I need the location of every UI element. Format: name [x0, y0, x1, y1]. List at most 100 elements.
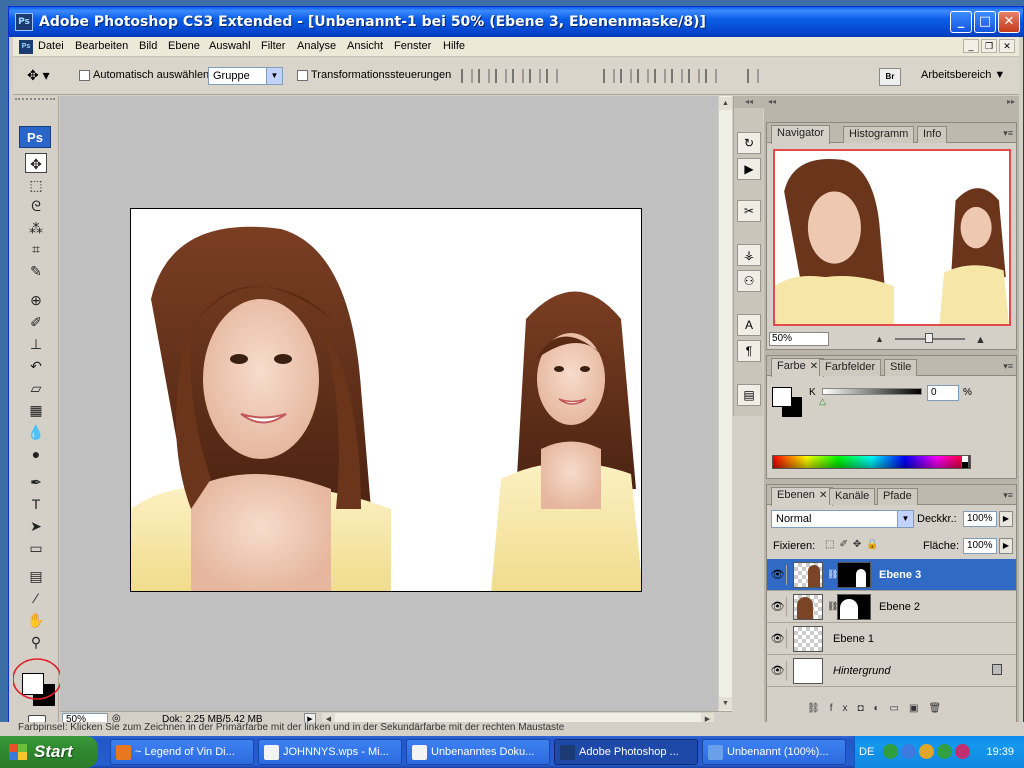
notes-tool-icon[interactable]: ▤: [25, 566, 47, 586]
tray-security-icon[interactable]: [937, 744, 952, 759]
eye-icon[interactable]: 👁: [769, 661, 787, 681]
paragraph-panel-icon[interactable]: ¶: [737, 340, 761, 362]
clone-stamp-tool-icon[interactable]: ⊥: [25, 334, 47, 354]
black-slider[interactable]: [822, 388, 922, 395]
tab-paths[interactable]: Pfade: [877, 488, 918, 505]
start-button[interactable]: Start: [0, 736, 98, 768]
blend-mode-dropdown[interactable]: Normal ▼: [771, 510, 914, 528]
close-tab-icon[interactable]: ✕: [810, 361, 818, 372]
doc-minimize-button[interactable]: _: [963, 39, 979, 53]
lasso-tool-icon[interactable]: ᘓ: [25, 196, 47, 216]
fill-field[interactable]: 100%: [963, 538, 997, 554]
tab-color[interactable]: Farbe ✕: [771, 358, 825, 377]
workspace-menu[interactable]: Arbeitsbereich ▼: [921, 69, 1005, 81]
panel-menu-icon[interactable]: ▾≡: [1003, 361, 1013, 372]
crop-tool-icon[interactable]: ⌗: [25, 239, 47, 259]
history-brush-tool-icon[interactable]: ↶: [25, 356, 47, 376]
auto-select-dropdown[interactable]: Gruppe ▼: [208, 67, 283, 85]
scroll-up-arrow[interactable]: ▲: [719, 97, 732, 110]
layer-row-ebene-2[interactable]: 👁 ⛓ Ebene 2: [767, 591, 1016, 623]
shape-tool-icon[interactable]: ▭: [25, 538, 47, 558]
transform-controls-checkbox[interactable]: [297, 70, 308, 81]
tab-channels[interactable]: Kanäle: [829, 488, 876, 505]
dodge-tool-icon[interactable]: ●: [25, 444, 47, 464]
navigator-zoom-field[interactable]: 50%: [769, 332, 829, 346]
slider-knob[interactable]: [925, 333, 933, 343]
taskbar-item-works[interactable]: JOHNNYS.wps - Mi...: [258, 739, 402, 765]
eye-icon[interactable]: 👁: [769, 565, 787, 585]
zoom-in-icon[interactable]: ▲: [975, 334, 986, 346]
path-selection-tool-icon[interactable]: ➤: [25, 516, 47, 536]
zoom-out-icon[interactable]: ▲: [875, 334, 884, 344]
tab-swatches[interactable]: Farbfelder: [819, 359, 882, 376]
maximize-button[interactable]: □: [974, 11, 996, 33]
tray-messenger-icon[interactable]: [919, 744, 934, 759]
layer-comps-icon[interactable]: ▤: [737, 384, 761, 406]
language-indicator[interactable]: DE: [859, 746, 874, 758]
move-tool-preset-icon[interactable]: ✥ ▾: [27, 67, 61, 87]
photoshop-app-icon[interactable]: Ps: [15, 13, 33, 31]
minimize-button[interactable]: _: [950, 11, 972, 33]
menu-datei[interactable]: Datei: [38, 40, 64, 52]
title-bar[interactable]: Ps Adobe Photoshop CS3 Extended - [Unben…: [9, 7, 1023, 37]
eyedropper-tool-icon[interactable]: ⁄: [25, 588, 47, 608]
photoshop-logo[interactable]: Ps: [19, 126, 51, 148]
healing-brush-tool-icon[interactable]: ⊕: [25, 290, 47, 310]
gradient-tool-icon[interactable]: ▦: [25, 400, 47, 420]
layer-mask-thumbnail[interactable]: [837, 594, 871, 620]
zoom-tool-icon[interactable]: ⚲: [25, 632, 47, 652]
slice-tool-icon[interactable]: ✎: [25, 261, 47, 281]
clone-source-icon[interactable]: ⚇: [737, 270, 761, 292]
tab-info[interactable]: Info: [917, 126, 948, 143]
brushes-panel-icon[interactable]: ⚶: [737, 244, 761, 266]
menu-filter[interactable]: Filter: [261, 40, 285, 52]
canvas-area[interactable]: [60, 96, 718, 711]
document-icon[interactable]: Ps: [19, 40, 33, 54]
layer-name[interactable]: Hintergrund: [833, 665, 890, 677]
black-value-field[interactable]: 0: [927, 385, 959, 401]
type-tool-icon[interactable]: T: [25, 494, 47, 514]
tray-app-icon[interactable]: [883, 744, 898, 759]
layer-name[interactable]: Ebene 3: [879, 569, 921, 581]
panel-menu-icon[interactable]: ▾≡: [1003, 128, 1013, 139]
collapse-dock-icon[interactable]: ◂◂: [734, 96, 764, 108]
foreground-color-swatch[interactable]: [22, 673, 44, 695]
align-buttons[interactable]: [461, 69, 558, 83]
menu-fenster[interactable]: Fenster: [394, 40, 431, 52]
move-tool-icon[interactable]: ✥: [25, 153, 47, 173]
eraser-tool-icon[interactable]: ▱: [25, 378, 47, 398]
taskbar-item-photoshop[interactable]: Adobe Photoshop ...: [554, 739, 698, 765]
color-spectrum-bar[interactable]: [772, 455, 971, 469]
tab-histogram[interactable]: Histogramm: [843, 126, 915, 143]
character-panel-icon[interactable]: A: [737, 314, 761, 336]
layer-name[interactable]: Ebene 1: [833, 633, 874, 645]
pen-tool-icon[interactable]: ✒: [25, 472, 47, 492]
vertical-scrollbar[interactable]: ▲ ▼: [718, 96, 732, 711]
opacity-field[interactable]: 100%: [963, 511, 997, 527]
close-tab-icon[interactable]: ✕: [819, 490, 827, 501]
scroll-down-arrow[interactable]: ▼: [719, 697, 732, 710]
document-canvas[interactable]: [130, 208, 642, 592]
taskbar-item-paint[interactable]: Unbenannt (100%)...: [702, 739, 846, 765]
menu-bearbeiten[interactable]: Bearbeiten: [75, 40, 128, 52]
layer-row-hintergrund[interactable]: 👁 Hintergrund: [767, 655, 1016, 687]
brush-tool-icon[interactable]: ✐: [25, 312, 47, 332]
layer-mask-thumbnail[interactable]: [837, 562, 871, 588]
hand-tool-icon[interactable]: ✋: [25, 610, 47, 630]
tray-network-icon[interactable]: [901, 744, 916, 759]
fill-arrow[interactable]: ▶: [999, 538, 1013, 554]
menu-hilfe[interactable]: Hilfe: [443, 40, 465, 52]
color-foreground-swatch[interactable]: [772, 387, 792, 407]
layer-name[interactable]: Ebene 2: [879, 601, 920, 613]
navigator-zoom-slider[interactable]: [895, 333, 965, 343]
layer-action-buttons[interactable]: ⛓fx◘◐▭▣🗑: [807, 703, 951, 714]
menu-bild[interactable]: Bild: [139, 40, 157, 52]
marquee-tool-icon[interactable]: ⬚: [25, 175, 47, 195]
close-button[interactable]: ✕: [998, 11, 1020, 33]
layer-row-ebene-3[interactable]: 👁 ⛓ Ebene 3: [767, 559, 1016, 591]
panel-menu-icon[interactable]: ▾≡: [1003, 490, 1013, 501]
menu-auswahl[interactable]: Auswahl: [209, 40, 251, 52]
collapse-panels-icon[interactable]: ▸▸: [1007, 97, 1015, 106]
doc-close-button[interactable]: ✕: [999, 39, 1015, 53]
slider-triangle-icon[interactable]: △: [819, 396, 826, 407]
